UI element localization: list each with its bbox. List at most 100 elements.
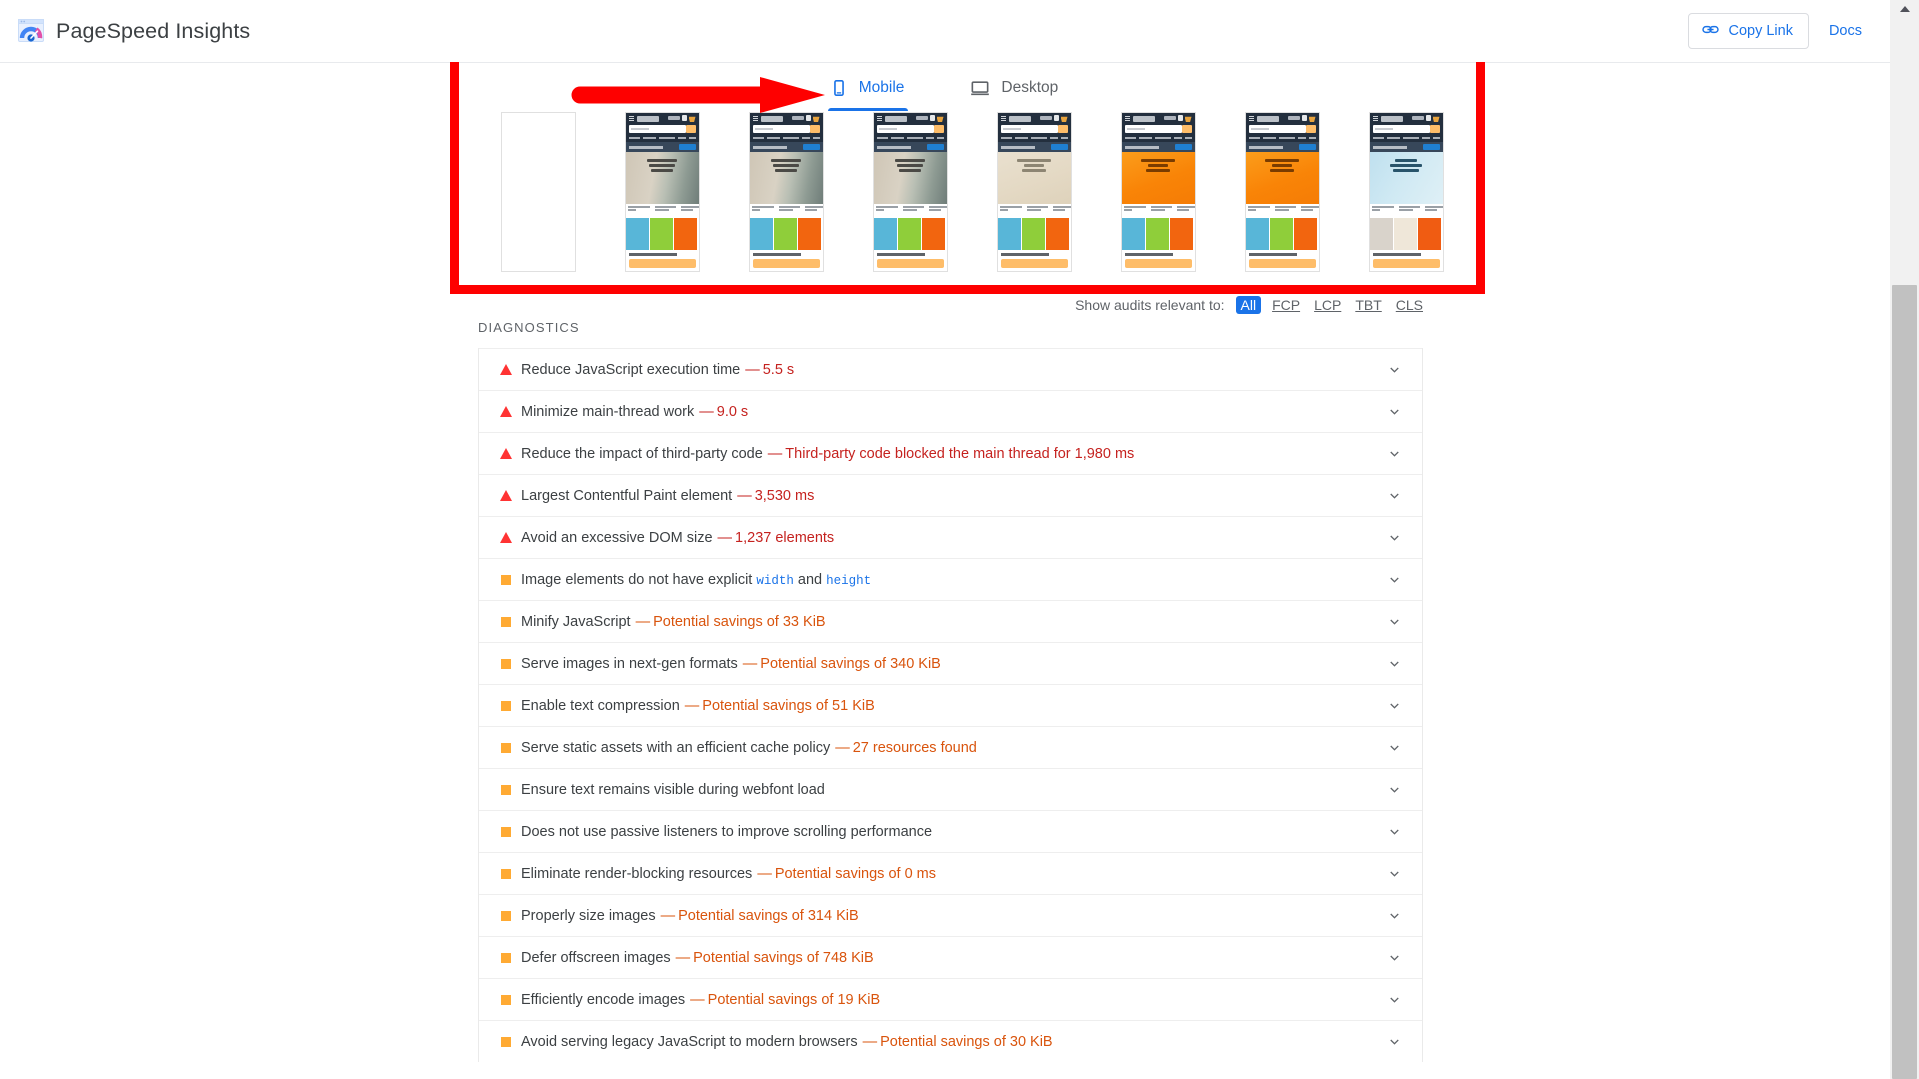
chevron-down-icon[interactable] [1384, 824, 1402, 839]
audit-title: Reduce JavaScript execution time —5.5 s [521, 361, 795, 378]
audit-metric: 1,237 elements [735, 529, 835, 546]
audit-row[interactable]: Image elements do not have explicit widt… [479, 558, 1422, 600]
page-content: Mobile Desktop Show audits relevant to: A… [0, 0, 1890, 1079]
filmstrip-frame[interactable] [500, 112, 576, 272]
tab-mobile[interactable]: Mobile [826, 64, 911, 111]
tab-label: Mobile [858, 78, 905, 96]
filter-chip-lcp[interactable]: LCP [1311, 296, 1344, 314]
chevron-down-icon[interactable] [1384, 950, 1402, 965]
chevron-down-icon[interactable] [1384, 782, 1402, 797]
audit-title: Does not use passive listeners to improv… [521, 823, 933, 840]
platform-tabs: Mobile Desktop [0, 62, 1890, 111]
audit-code-token: width [756, 573, 794, 588]
diagnostics-audit-list: Reduce JavaScript execution time —5.5 s Mi… [478, 348, 1423, 1062]
audit-title: Image elements do not have explicit widt… [521, 571, 872, 588]
filmstrip-frame-cell [972, 112, 1096, 272]
square-warning-icon [499, 868, 521, 879]
audit-metric: 3,530 ms [754, 487, 815, 504]
chevron-down-icon[interactable] [1384, 698, 1402, 713]
chevron-down-icon[interactable] [1384, 404, 1402, 419]
square-warning-icon [499, 784, 521, 795]
audit-metric: Potential savings of 0 ms [774, 865, 937, 882]
audit-row[interactable]: Reduce the impact of third-party code — Th… [479, 432, 1422, 474]
square-warning-icon [499, 574, 521, 585]
triangle-warning-icon [499, 448, 521, 459]
chevron-down-icon[interactable] [1384, 656, 1402, 671]
chevron-down-icon[interactable] [1384, 866, 1402, 881]
mobile-phone-icon [830, 79, 848, 97]
audit-metric: Potential savings of 51 KiB [702, 697, 875, 714]
screenshot-filmstrip[interactable] [0, 112, 1890, 284]
filmstrip-frame[interactable] [1244, 112, 1320, 272]
square-warning-icon [499, 700, 521, 711]
link-chain-icon [1702, 21, 1720, 42]
audit-row[interactable]: Properly size images — Potential savings o… [479, 894, 1422, 936]
scroll-up-arrow-icon[interactable] [1899, 6, 1910, 12]
desktop-monitor-icon [970, 79, 990, 97]
chevron-down-icon[interactable] [1384, 1034, 1402, 1049]
audit-row[interactable]: Reduce JavaScript execution time —5.5 s [479, 348, 1422, 390]
audit-row[interactable]: Largest Contentful Paint element —3,530 m… [479, 474, 1422, 516]
filmstrip-frame-cell [1096, 112, 1220, 272]
filter-chip-tbt[interactable]: TBT [1352, 296, 1384, 314]
docs-link[interactable]: Docs [1829, 23, 1862, 39]
audit-row[interactable]: Does not use passive listeners to improv… [479, 810, 1422, 852]
audit-title: Minimize main-thread work —9.0 s [521, 403, 749, 420]
audit-metric: Potential savings of 30 KiB [880, 1033, 1053, 1050]
audit-row[interactable]: Avoid serving legacy JavaScript to moder… [479, 1020, 1422, 1062]
app-header: PageSpeed Insights Copy Link Docs [0, 0, 1890, 62]
chevron-down-icon[interactable] [1384, 362, 1402, 377]
audit-title: Reduce the impact of third-party code — Th… [521, 445, 1135, 462]
scrollbar-thumb[interactable] [1892, 285, 1917, 1079]
audit-row[interactable]: Ensure text remains visible during webfo… [479, 768, 1422, 810]
audit-title: Serve static assets with an efficient ca… [521, 739, 977, 756]
square-warning-icon [499, 742, 521, 753]
chevron-down-icon[interactable] [1384, 614, 1402, 629]
chevron-down-icon[interactable] [1384, 992, 1402, 1007]
chevron-down-icon[interactable] [1384, 740, 1402, 755]
filmstrip-frame[interactable] [624, 112, 700, 272]
chevron-down-icon[interactable] [1384, 572, 1402, 587]
filmstrip-frame[interactable] [748, 112, 824, 272]
triangle-warning-icon [499, 406, 521, 417]
chevron-down-icon[interactable] [1384, 908, 1402, 923]
tab-desktop[interactable]: Desktop [966, 64, 1064, 111]
audit-metric: 5.5 s [762, 361, 795, 378]
audit-row[interactable]: Minimize main-thread work —9.0 s [479, 390, 1422, 432]
square-warning-icon [499, 1036, 521, 1047]
chevron-down-icon[interactable] [1384, 530, 1402, 545]
audit-row[interactable]: Minify JavaScript — Potential savings of 3… [479, 600, 1422, 642]
filter-chip-cls[interactable]: CLS [1393, 296, 1426, 314]
audit-row[interactable]: Efficiently encode images — Potential savi… [479, 978, 1422, 1020]
filter-label: Show audits relevant to: [1075, 297, 1225, 313]
filmstrip-frame-cell [600, 112, 724, 272]
filmstrip-frame[interactable] [1120, 112, 1196, 272]
audit-row[interactable]: Defer offscreen images — Potential savings… [479, 936, 1422, 978]
audit-row[interactable]: Serve images in next-gen formats — Potenti… [479, 642, 1422, 684]
audit-title: Defer offscreen images — Potential savings… [521, 949, 874, 966]
filter-chip-fcp[interactable]: FCP [1269, 296, 1303, 314]
filmstrip-frame[interactable] [996, 112, 1072, 272]
filmstrip-frame[interactable] [872, 112, 948, 272]
triangle-warning-icon [499, 532, 521, 543]
filmstrip-frame[interactable] [1368, 112, 1444, 272]
audit-row[interactable]: Serve static assets with an efficient ca… [479, 726, 1422, 768]
page-scrollbar[interactable] [1890, 0, 1919, 1079]
copy-link-button[interactable]: Copy Link [1688, 13, 1809, 49]
audit-filter-row: Show audits relevant to: All FCP LCP TBT CLS [0, 292, 1890, 318]
chevron-down-icon[interactable] [1384, 446, 1402, 461]
filter-chip-all[interactable]: All [1235, 296, 1262, 314]
chevron-down-icon[interactable] [1384, 488, 1402, 503]
filmstrip-frame-cell [1344, 112, 1468, 272]
square-warning-icon [499, 910, 521, 921]
audit-title: Minify JavaScript — Potential savings of 3… [521, 613, 826, 630]
triangle-warning-icon [499, 490, 521, 501]
square-warning-icon [499, 826, 521, 837]
audit-title: Enable text compression — Potential saving… [521, 697, 875, 714]
audit-title: Avoid serving legacy JavaScript to moder… [521, 1033, 1053, 1050]
audit-row[interactable]: Enable text compression — Potential saving… [479, 684, 1422, 726]
tab-label: Desktop [1001, 78, 1059, 96]
audit-title: Eliminate render-blocking resources — Pote… [521, 865, 937, 882]
audit-row[interactable]: Avoid an excessive DOM size —1,237 elemen… [479, 516, 1422, 558]
audit-row[interactable]: Eliminate render-blocking resources — Pote… [479, 852, 1422, 894]
